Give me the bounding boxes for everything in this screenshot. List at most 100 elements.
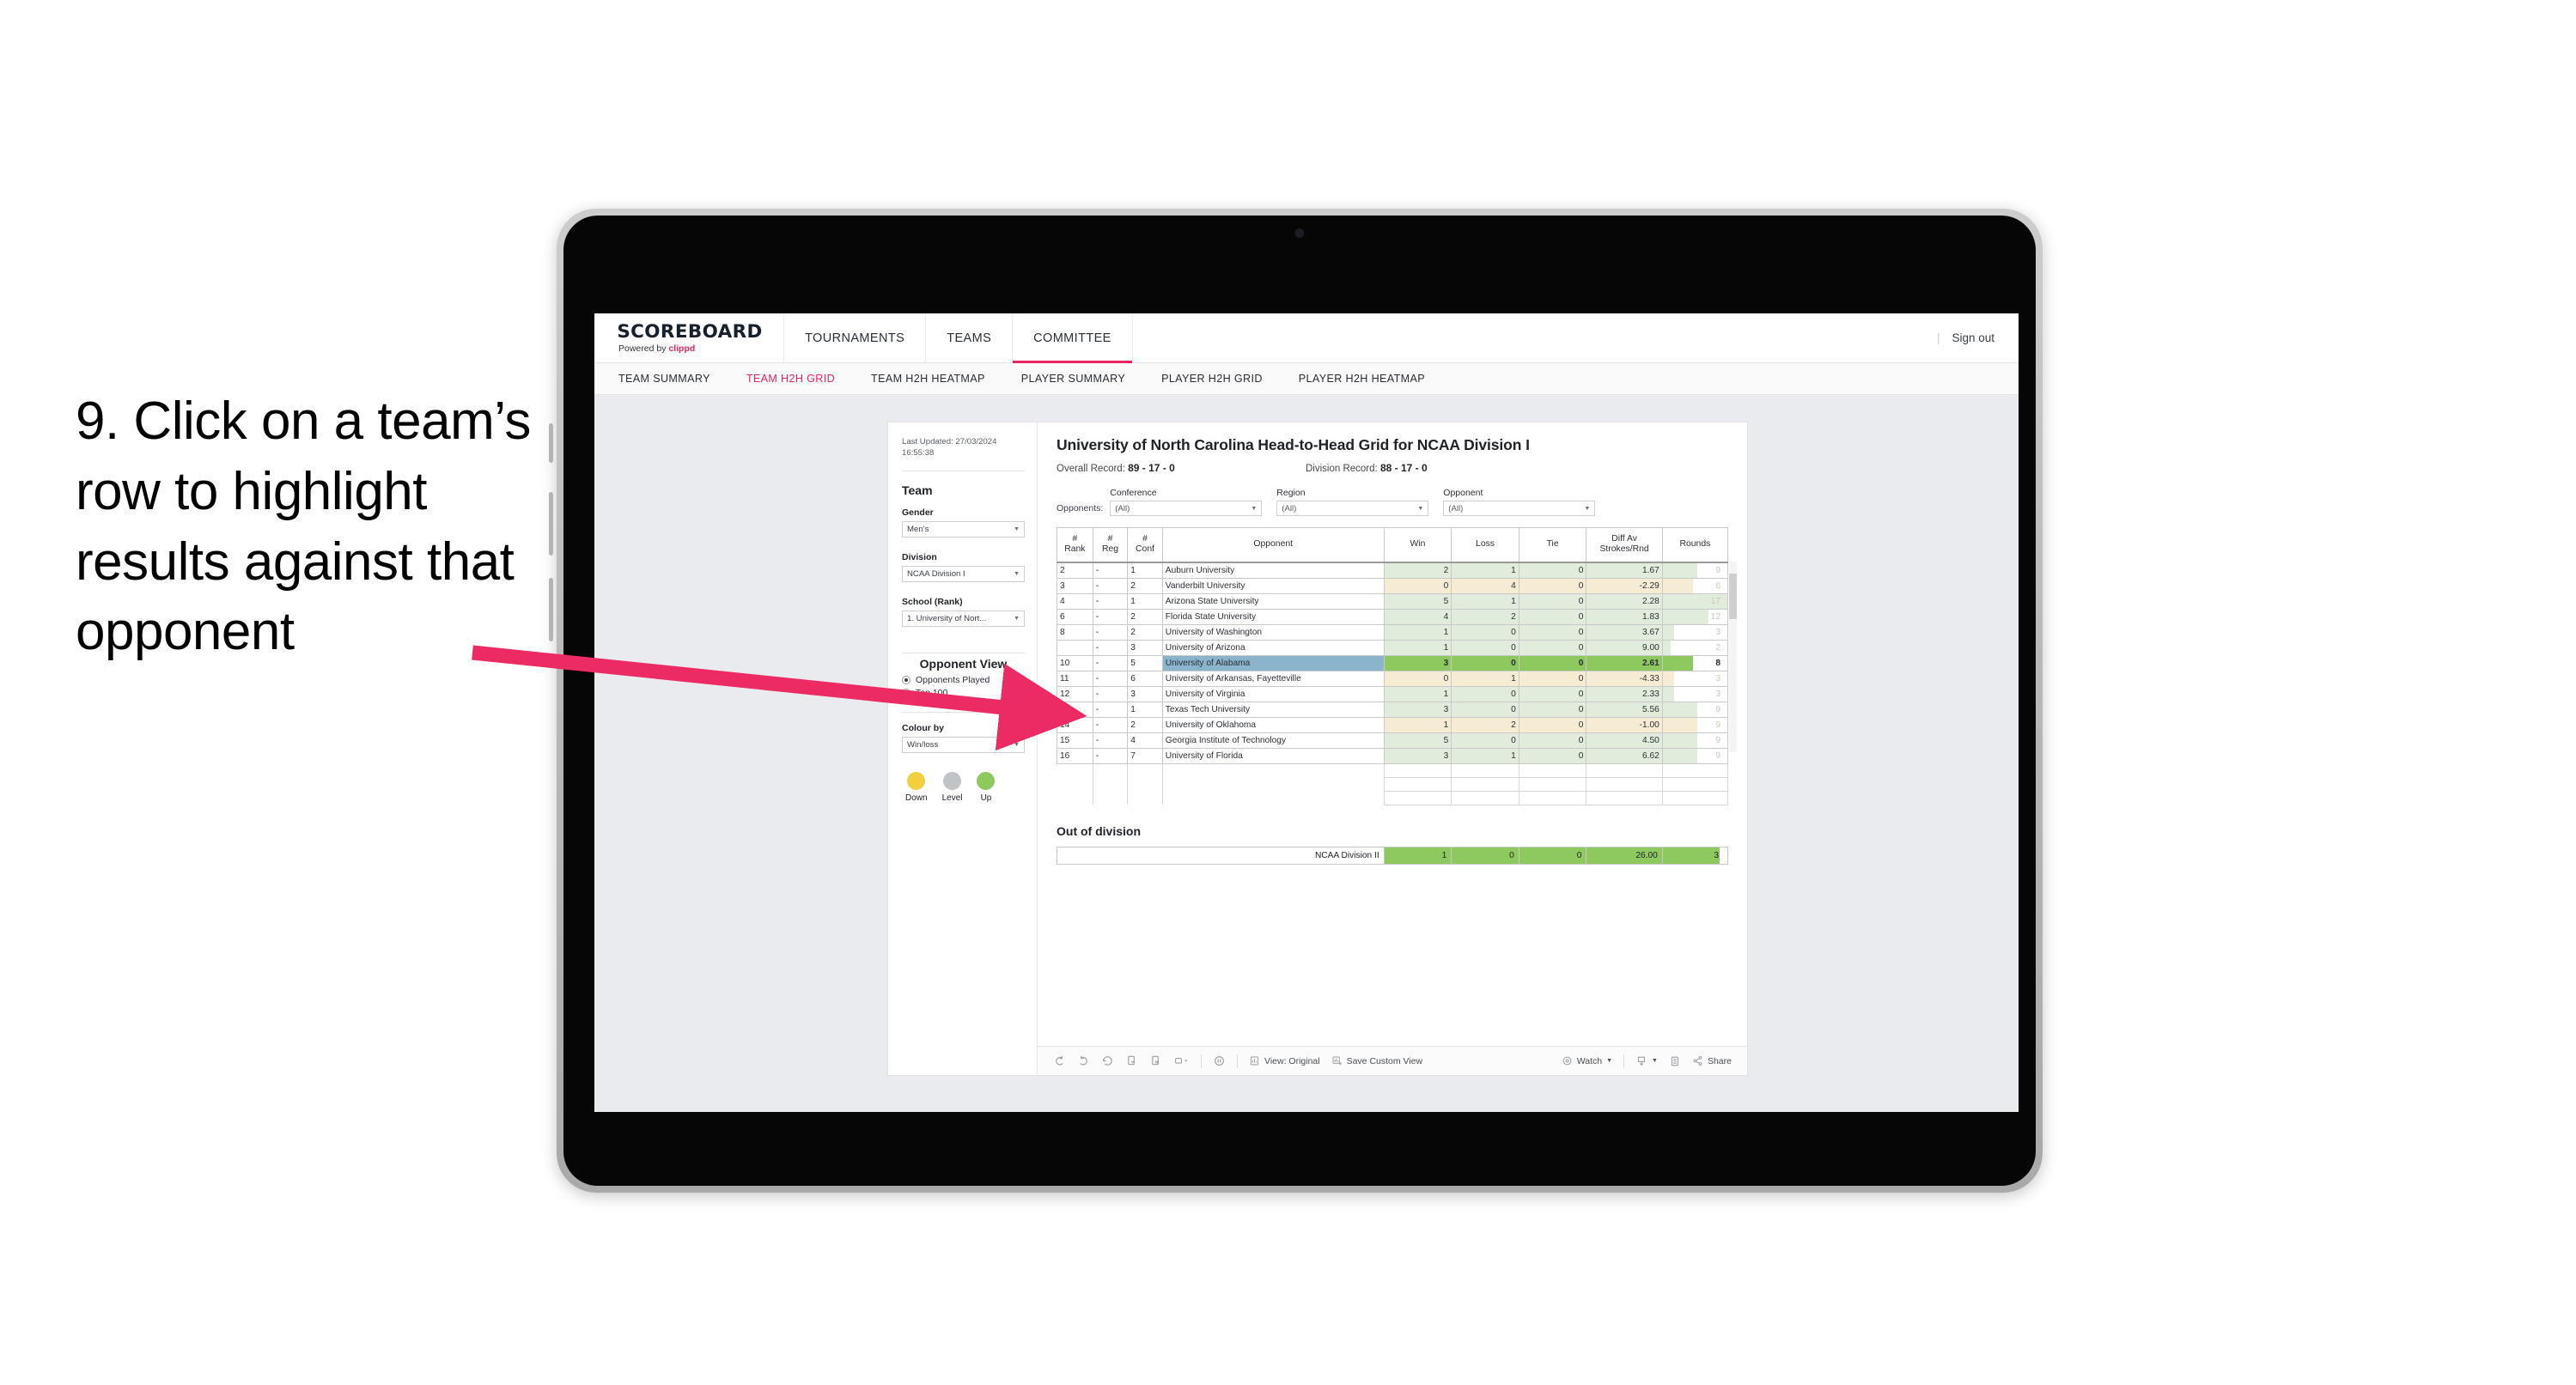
filler-cell [1661,776,1729,792]
cell-rounds: 9 [1661,716,1729,733]
revert-icon[interactable] [1101,1054,1114,1067]
subtab-team-summary[interactable]: TEAM SUMMARY [618,373,729,385]
nav-committee[interactable]: COMMITTEE [1013,313,1133,363]
view-original-button[interactable]: View: Original [1249,1055,1320,1066]
h2h-grid-header-row: # Rank # Reg # Conf Opponent Win Loss Ti… [1057,527,1729,563]
col-reg: # Reg [1092,527,1129,563]
opponent-view-heading: Opponent View [919,656,1008,671]
out-of-division-row[interactable]: NCAA Division II 1 0 0 26.00 3 [1057,846,1729,865]
table-row[interactable]: 12-3 University of Virginia 1 0 0 2.33 3 [1057,685,1729,702]
chevron-down-icon: ▼ [1417,505,1424,512]
overall-record-value: 89 - 17 - 0 [1128,462,1175,474]
legend-item-level: Level [941,771,963,803]
pause-icon[interactable] [1213,1054,1226,1067]
table-row[interactable]: 10-5 University of Alabama 3 0 0 2.61 8 [1057,654,1729,671]
legend-dot-down [907,771,926,790]
table-row[interactable]: 4-1 Arizona State University 5 1 0 2.28 17 [1057,592,1729,610]
table-row[interactable]: 13-1 Texas Tech University 3 0 0 5.56 9 [1057,701,1729,718]
filler-cell [1162,763,1385,777]
cell-diff: -1.00 [1586,716,1663,733]
cell-diff: 2.61 [1586,654,1663,671]
table-filler-row [1057,790,1729,805]
division-select[interactable]: NCAA Division I ▼ [902,565,1025,582]
table-row[interactable]: -3 University of Arizona 1 0 0 9.00 2 [1057,639,1729,656]
filler-cell [1057,763,1093,777]
cell-diff: 2.33 [1586,685,1663,702]
filter-conference-select[interactable]: (All) ▼ [1110,501,1263,516]
brand-logo[interactable]: SCOREBOARD Powered by clippd [594,313,785,362]
col-loss: Loss [1451,527,1519,563]
ood-name: NCAA Division II [1057,846,1385,865]
radio-opponents-played[interactable]: Opponents Played [902,675,1025,685]
filler-cell [1518,762,1587,778]
cell-rounds: 3 [1661,623,1729,641]
cell-reg: - [1092,654,1129,671]
col-conf-line1: # [1142,533,1148,544]
table-row[interactable]: 11-6 University of Arkansas, Fayetteville… [1057,670,1729,687]
cell-win: 2 [1383,562,1452,579]
gender-select[interactable]: Men’s ▼ [902,520,1025,538]
sign-out-link[interactable]: Sign out [1952,331,1994,344]
refresh-data-icon[interactable] [1125,1054,1138,1067]
subtab-player-h2h-heatmap[interactable]: PLAYER H2H HEATMAP [1299,373,1444,385]
table-row[interactable]: 6-2 Florida State University 4 2 0 1.83 12 [1057,608,1729,625]
grid-scrollbar-thumb[interactable] [1729,574,1737,619]
fullscreen-icon[interactable] [1669,1055,1681,1067]
legend-label-level: Level [941,793,963,803]
cell-win: 1 [1383,685,1452,702]
rounds-label: 9 [1715,565,1720,575]
cell-win: 0 [1383,670,1452,687]
school-select[interactable]: 1. University of Nort... ▼ [902,610,1025,627]
table-row[interactable]: 8-2 University of Washington 1 0 0 3.67 3 [1057,623,1729,641]
cell-reg: - [1092,670,1129,687]
school-value: 1. University of Nort... [907,613,987,623]
resume-auto-update-icon[interactable] [1173,1054,1190,1067]
table-row[interactable]: 15-4 Georgia Institute of Technology 5 0 0 4.… [1057,732,1729,749]
table-row[interactable]: 2-1 Auburn University 2 1 0 1.67 9 [1057,562,1729,579]
col-rank-line1: # [1072,533,1078,544]
share-button[interactable]: Share [1692,1055,1732,1066]
rounds-label: 9 [1715,704,1720,714]
legend-label-down: Down [905,793,928,803]
download-button[interactable]: ▼ [1635,1055,1658,1067]
save-custom-view-button[interactable]: Save Custom View [1331,1055,1422,1066]
colour-by-select[interactable]: Win/loss ▼ [902,736,1025,753]
tablet-button-volume-up [549,492,553,556]
filter-region-select[interactable]: (All) ▼ [1276,501,1429,516]
subtab-player-h2h-grid[interactable]: PLAYER H2H GRID [1161,373,1282,385]
pause-auto-update-icon[interactable] [1149,1054,1162,1067]
cell-tie: 0 [1518,654,1587,671]
cell-rank: 13 [1057,701,1093,718]
cell-diff: 1.83 [1586,608,1663,625]
table-row[interactable]: 14-2 University of Oklahoma 1 2 0 -1.00 9 [1057,716,1729,733]
filter-conference-value: (All) [1115,503,1130,513]
subtab-player-summary[interactable]: PLAYER SUMMARY [1021,373,1144,385]
rounds-label: 8 [1715,658,1720,668]
radio-top-100[interactable]: Top 100 [902,688,1025,698]
legend-dot-up [977,771,996,790]
division-value: NCAA Division I [907,568,965,579]
ood-diff: 26.00 [1586,846,1663,865]
table-row[interactable]: 16-7 University of Florida 3 1 0 6.62 9 [1057,747,1729,764]
cell-loss: 4 [1451,577,1519,594]
watch-button[interactable]: Watch ▼ [1562,1055,1612,1066]
dashboard-title: University of North Carolina Head-to-Hea… [1057,436,1530,453]
filter-opponent-select[interactable]: (All) ▼ [1443,501,1596,516]
table-filler-row [1057,776,1729,792]
cell-conf: 7 [1127,747,1163,764]
subtab-team-h2h-grid[interactable]: TEAM H2H GRID [746,373,854,385]
cell-rounds: 12 [1661,608,1729,625]
nav-teams[interactable]: TEAMS [926,313,1014,362]
col-diff-line2: Strokes/Rnd [1599,544,1649,555]
cell-reg: - [1092,639,1129,656]
undo-icon[interactable] [1053,1054,1066,1067]
tablet-button-top [549,423,553,463]
cell-loss: 0 [1451,732,1519,749]
nav-tournaments[interactable]: TOURNAMENTS [784,313,927,362]
grid-vertical-scrollbar[interactable] [1729,562,1737,752]
filler-cell [1586,790,1663,805]
redo-icon[interactable] [1077,1054,1090,1067]
subtab-team-h2h-heatmap[interactable]: TEAM H2H HEATMAP [871,373,1004,385]
cell-rounds: 3 [1661,670,1729,687]
table-row[interactable]: 3-2 Vanderbilt University 0 4 0 -2.29 8 [1057,577,1729,594]
